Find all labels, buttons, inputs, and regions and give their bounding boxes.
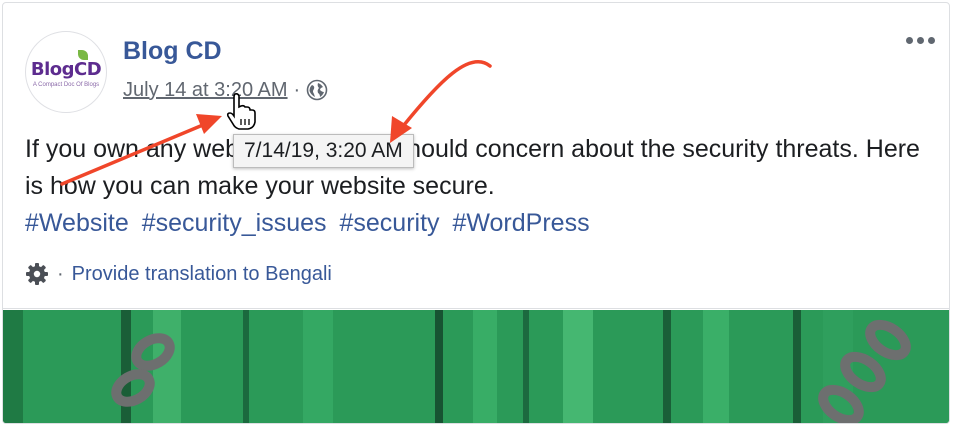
more-dot-icon [917, 37, 924, 44]
hashtag-link[interactable]: #WordPress [452, 209, 589, 237]
hashtag-link[interactable]: #security_issues [142, 209, 327, 237]
timestamp-link[interactable]: July 14 at 3:20 AM [123, 79, 288, 102]
avatar-logo-text: BlogCD [30, 59, 102, 80]
author-name-link[interactable]: Blog CD [123, 37, 222, 66]
meta-separator: · [293, 78, 301, 101]
timestamp-tooltip: 7/14/19, 3:20 AM [233, 134, 414, 168]
gear-icon[interactable] [25, 262, 49, 286]
post-card: BlogCD A Compact Doc Of Blogs Blog CD Ju… [2, 2, 950, 424]
divider [3, 308, 949, 309]
hashtag-link[interactable]: #Website [25, 209, 129, 237]
globe-icon[interactable] [306, 79, 328, 101]
hand-cursor-icon [226, 92, 256, 130]
hashtag-list: #Website #security_issues #security #Wor… [25, 205, 925, 242]
translation-separator: · [57, 262, 64, 285]
post-text: If you own any website, then you should … [25, 135, 920, 200]
photo-chains-image [3, 310, 949, 423]
more-dot-icon [928, 37, 935, 44]
provide-translation-link[interactable]: Provide translation to Bengali [72, 263, 332, 286]
hashtag-link[interactable]: #security [339, 209, 439, 237]
more-options-button[interactable] [906, 37, 935, 44]
avatar-logo-subtitle: A Compact Doc Of Blogs [32, 82, 100, 88]
more-dot-icon [906, 37, 913, 44]
post-body: If you own any website, then you should … [25, 131, 925, 242]
post-photo[interactable] [3, 310, 949, 423]
page-avatar[interactable]: BlogCD A Compact Doc Of Blogs [25, 31, 107, 113]
translation-row: · Provide translation to Bengali [25, 260, 332, 288]
